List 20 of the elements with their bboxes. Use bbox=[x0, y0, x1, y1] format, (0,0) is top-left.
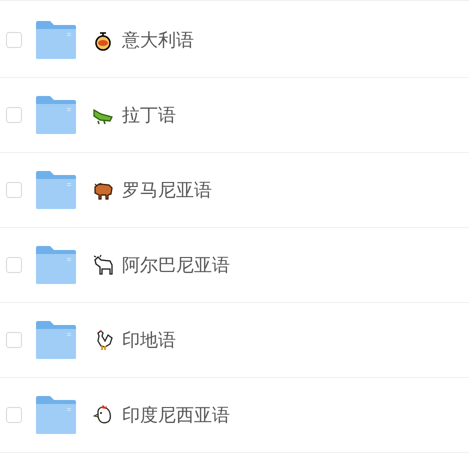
folder-icon bbox=[36, 246, 76, 284]
folder-name[interactable]: 罗马尼亚语 bbox=[122, 178, 212, 202]
folder-name[interactable]: 印地语 bbox=[122, 328, 176, 352]
checkbox[interactable] bbox=[6, 107, 22, 123]
folder-icon bbox=[36, 396, 76, 434]
folder-name[interactable]: 印度尼西亚语 bbox=[122, 403, 230, 427]
checkbox[interactable] bbox=[6, 32, 22, 48]
goat-icon bbox=[92, 254, 114, 276]
folder-name[interactable]: 意大利语 bbox=[122, 28, 194, 52]
folder-icon bbox=[36, 96, 76, 134]
checkbox[interactable] bbox=[6, 257, 22, 273]
checkbox[interactable] bbox=[6, 332, 22, 348]
folder-name[interactable]: 拉丁语 bbox=[122, 103, 176, 127]
folder-icon bbox=[36, 321, 76, 359]
checkbox[interactable] bbox=[6, 407, 22, 423]
folder-icon bbox=[36, 171, 76, 209]
chicken-icon bbox=[92, 404, 114, 426]
folder-icon bbox=[36, 21, 76, 59]
checkbox[interactable] bbox=[6, 182, 22, 198]
folder-name[interactable]: 阿尔巴尼亚语 bbox=[122, 253, 230, 277]
